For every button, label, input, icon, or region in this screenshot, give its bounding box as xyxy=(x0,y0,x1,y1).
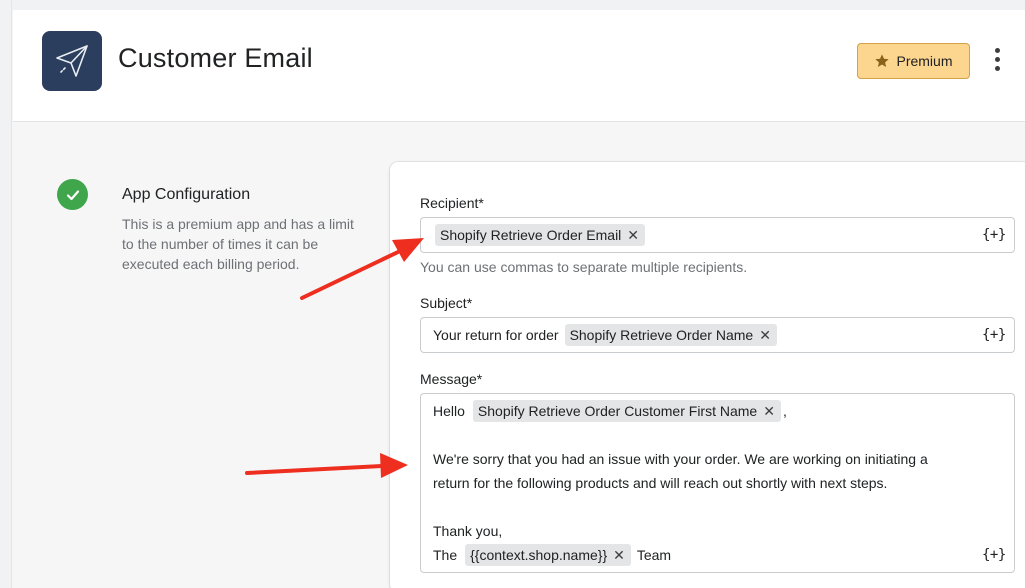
recipient-label: Recipient* xyxy=(420,195,484,211)
premium-label: Premium xyxy=(896,53,953,69)
annotation-arrow-message xyxy=(245,453,408,478)
page-title: Customer Email xyxy=(118,43,313,73)
subject-insert-variable-button[interactable]: {+} xyxy=(982,327,1006,343)
message-tag-shop-name: {{context.shop.name}} ✕ xyxy=(465,544,631,566)
status-check xyxy=(57,179,88,210)
message-line-1: Hello Shopify Retrieve Order Customer Fi… xyxy=(433,400,787,422)
subject-tag: Shopify Retrieve Order Name ✕ xyxy=(564,324,777,346)
premium-button[interactable]: Premium xyxy=(857,43,970,79)
subject-label: Subject* xyxy=(420,295,473,311)
more-actions-button[interactable] xyxy=(986,46,1008,72)
page-header: Customer Email Premium xyxy=(13,10,1025,122)
message-line-2: We're sorry that you had an issue with y… xyxy=(433,451,928,467)
close-icon[interactable]: ✕ xyxy=(763,404,775,418)
subject-content: Your return for order Shopify Retrieve O… xyxy=(433,324,777,346)
star-icon xyxy=(875,54,890,67)
recipient-tag: Shopify Retrieve Order Email ✕ xyxy=(435,224,646,246)
message-insert-variable-button[interactable]: {+} xyxy=(982,547,1006,563)
vertical-dots-icon xyxy=(994,47,1000,53)
recipient-insert-variable-button[interactable]: {+} xyxy=(982,227,1006,243)
section-title: App Configuration xyxy=(122,186,251,203)
message-label: Message* xyxy=(420,371,483,387)
message-line-4: Thank you, xyxy=(433,523,503,539)
close-icon[interactable]: ✕ xyxy=(627,228,639,242)
check-icon xyxy=(66,189,79,200)
recipient-help-text: You can use commas to separate multiple … xyxy=(420,259,748,275)
message-line-3: return for the following products and wi… xyxy=(433,475,888,491)
close-icon[interactable]: ✕ xyxy=(613,548,625,562)
top-margin xyxy=(12,0,1025,10)
subject-prefix: Your return for order xyxy=(433,327,559,343)
section-description: This is a premium app and has a limit to… xyxy=(122,216,354,272)
message-tag-first-name: Shopify Retrieve Order Customer First Na… xyxy=(472,400,781,422)
recipient-tags: Shopify Retrieve Order Email ✕ xyxy=(435,224,646,246)
app-icon xyxy=(42,31,102,91)
left-edge-strip xyxy=(0,0,12,588)
paper-plane-icon xyxy=(56,45,88,77)
message-line-5: The {{context.shop.name}} ✕ Team xyxy=(433,544,671,566)
close-icon[interactable]: ✕ xyxy=(759,328,771,342)
